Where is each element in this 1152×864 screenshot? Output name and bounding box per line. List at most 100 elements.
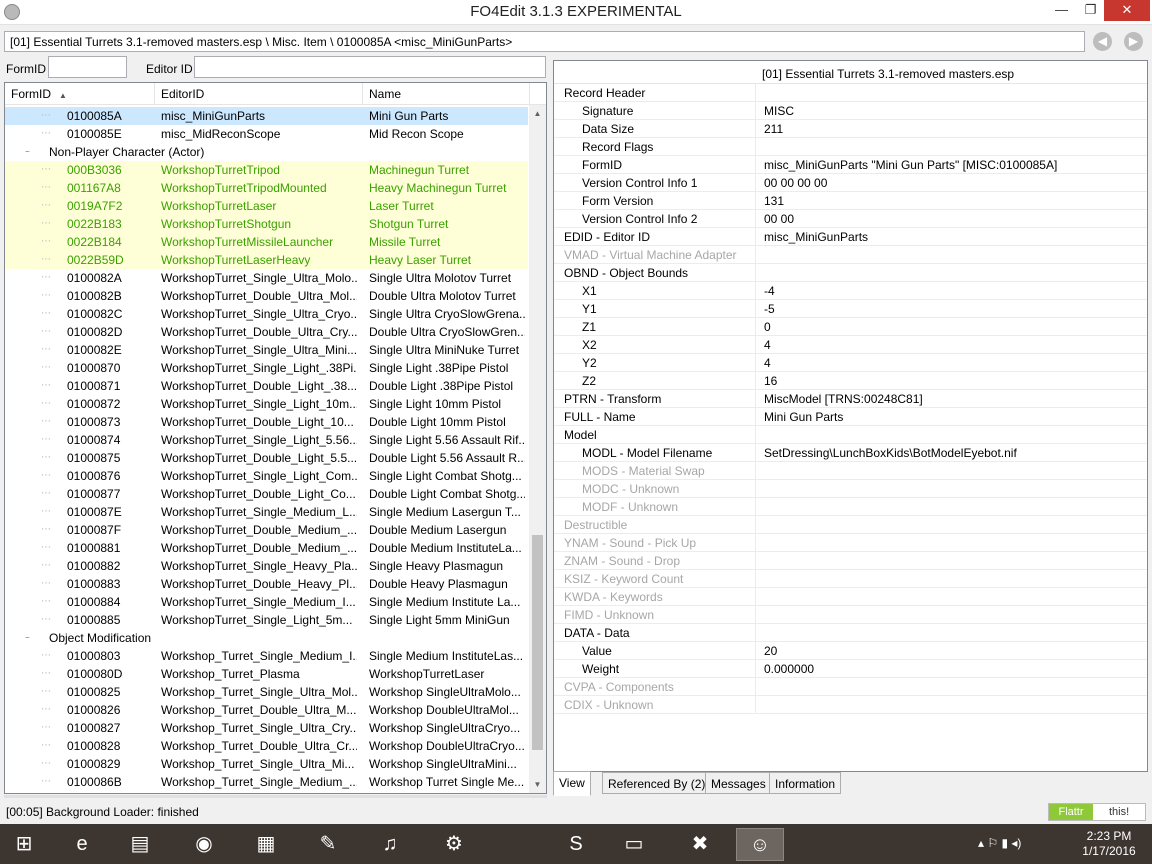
tree-row[interactable]: ⋯ 01000875 WorkshopTurret_Double_Light_5.5… [5,449,528,467]
tree-row[interactable]: ⋯ 0022B59D WorkshopTurretLaserHeavy Heavy L… [5,251,528,269]
record-field-row[interactable]: VMAD - Virtual Machine Adapter [554,246,1147,264]
record-tree[interactable]: FormID ▲ EditorID Name ⋯ 0100085A misc_Mini… [4,82,547,794]
record-field-row[interactable]: CVPA - Components [554,678,1147,696]
forward-icon[interactable]: ▶ [1124,32,1143,51]
record-field-row[interactable]: Y1 -5 [554,300,1147,318]
record-field-row[interactable]: YNAM - Sound - Pick Up [554,534,1147,552]
record-field-row[interactable]: Model [554,426,1147,444]
tree-row[interactable]: ⋯ 01000870 WorkshopTurret_Single_Light_.38… [5,359,528,377]
file-explorer-icon[interactable]: ▤ [116,828,164,861]
tree-row[interactable]: ⋯ 01000827 Workshop_Turret_Single_Ultra_Cr… [5,719,528,737]
close-button[interactable]: ✕ [1104,0,1150,21]
tree-row[interactable]: ⋯ 0100082B WorkshopTurret_Double_Ultra_Mol… [5,287,528,305]
record-field-row[interactable]: FormID misc_MiniGunParts "Mini Gun Parts"… [554,156,1147,174]
formid-filter-input[interactable] [48,56,127,78]
minimize-button[interactable]: — [1047,0,1076,21]
record-field-row[interactable]: Version Control Info 2 00 00 [554,210,1147,228]
tree-row[interactable]: ⋯ 0100082C WorkshopTurret_Single_Ultra_Cry… [5,305,528,323]
tree-row[interactable]: ⋯ 01000883 WorkshopTurret_Double_Heavy_Pl.… [5,575,528,593]
record-field-row[interactable]: PTRN - Transform MiscModel [TRNS:00248C81… [554,390,1147,408]
tree-row[interactable]: ⋯ 01000828 Workshop_Turret_Double_Ultra_Cr… [5,737,528,755]
tree-row[interactable]: ⋯ 0022B183 WorkshopTurretShotgun Shotgun Tu… [5,215,528,233]
record-field-row[interactable]: KWDA - Keywords [554,588,1147,606]
scroll-up-icon[interactable]: ▲ [529,105,546,122]
field-value[interactable]: misc_MiniGunParts "Mini Gun Parts" [MISC… [764,156,1057,174]
record-field-row[interactable]: MODC - Unknown [554,480,1147,498]
tree-horizontal-scrollbar[interactable] [4,795,547,798]
steam-icon[interactable]: ⚙ [430,828,478,861]
field-value[interactable]: MiscModel [TRNS:00248C81] [764,390,923,408]
flattr-button[interactable]: Flattr this! [1048,803,1146,821]
back-icon[interactable]: ◀ [1093,32,1112,51]
tab-referenced-by-2[interactable]: Referenced By (2) [602,772,712,794]
scroll-down-icon[interactable]: ▼ [529,776,546,793]
record-field-row[interactable]: Z2 16 [554,372,1147,390]
tab-view[interactable]: View [553,771,591,796]
notepad-icon[interactable]: ▭ [610,828,658,861]
field-value[interactable]: SetDressing\LunchBoxKids\BotModelEyebot.… [764,444,1017,462]
tree-category[interactable]: − Non-Player Character (Actor) [5,143,528,161]
record-field-row[interactable]: MODF - Unknown [554,498,1147,516]
tree-row[interactable]: ⋯ 01000882 WorkshopTurret_Single_Heavy_Pla… [5,557,528,575]
record-view[interactable]: [01] Essential Turrets 3.1-removed maste… [553,60,1148,772]
field-value[interactable]: misc_MiniGunParts [764,228,868,246]
record-field-row[interactable]: OBND - Object Bounds [554,264,1147,282]
field-value[interactable]: 211 [764,120,783,138]
system-tray-icons[interactable]: ▴ ⚐ ▮ ◂) [978,836,1021,850]
field-value[interactable]: 4 [764,354,771,372]
record-field-row[interactable]: ZNAM - Sound - Drop [554,552,1147,570]
record-path-field[interactable]: [01] Essential Turrets 3.1-removed maste… [4,31,1085,52]
tree-row[interactable]: ⋯ 01000881 WorkshopTurret_Double_Medium_..… [5,539,528,557]
field-value[interactable]: 0.000000 [764,660,814,678]
record-field-row[interactable]: MODL - Model Filename SetDressing\LunchBo… [554,444,1147,462]
record-field-row[interactable]: CDIX - Unknown [554,696,1147,714]
maximize-button[interactable]: ❐ [1076,0,1105,21]
record-field-row[interactable]: Version Control Info 1 00 00 00 00 [554,174,1147,192]
tree-row[interactable]: ⋯ 0100085E misc_MidReconScope Mid Recon Sco… [5,125,528,143]
record-field-row[interactable]: Destructible [554,516,1147,534]
chrome-icon[interactable]: ◉ [180,828,228,861]
windows-start-icon[interactable]: ⊞ [0,828,48,861]
field-value[interactable]: -4 [764,282,775,300]
field-value[interactable]: Mini Gun Parts [764,408,843,426]
tree-row[interactable]: ⋯ 0100085A misc_MiniGunParts Mini Gun Parts [5,107,528,125]
record-field-row[interactable]: Y2 4 [554,354,1147,372]
paint-icon[interactable]: ✎ [304,828,352,861]
field-value[interactable]: 00 00 [764,210,794,228]
tab-messages[interactable]: Messages [705,772,772,794]
tree-row[interactable]: ⋯ 000B3036 WorkshopTurretTripod Machinegun … [5,161,528,179]
record-field-row[interactable]: Weight 0.000000 [554,660,1147,678]
tree-row[interactable]: ⋯ 01000884 WorkshopTurret_Single_Medium_I.… [5,593,528,611]
skype-icon[interactable]: S [552,828,600,861]
tree-row[interactable]: ⋯ 0100082E WorkshopTurret_Single_Ultra_Min… [5,341,528,359]
tab-information[interactable]: Information [769,772,842,794]
record-field-row[interactable]: DATA - Data [554,624,1147,642]
tree-row[interactable]: ⋯ 0019A7F2 WorkshopTurretLaser Laser Turret [5,197,528,215]
column-header-editorid[interactable]: EditorID [155,83,363,105]
tree-row[interactable]: ⋯ 01000829 Workshop_Turret_Single_Ultra_Mi… [5,755,528,773]
collapse-icon[interactable]: − [25,148,34,157]
field-value[interactable]: -5 [764,300,775,318]
tree-row[interactable]: ⋯ 01000871 WorkshopTurret_Double_Light_.38… [5,377,528,395]
record-field-row[interactable]: Z1 0 [554,318,1147,336]
tree-row[interactable]: ⋯ 01000803 Workshop_Turret_Single_Medium_I… [5,647,528,665]
field-value[interactable]: MISC [764,102,794,120]
record-field-row[interactable]: X2 4 [554,336,1147,354]
record-field-row[interactable]: MODS - Material Swap [554,462,1147,480]
store-icon[interactable]: ▦ [242,828,290,861]
tree-row[interactable]: ⋯ 0100082A WorkshopTurret_Single_Ultra_Mol… [5,269,528,287]
clock[interactable]: 2:23 PM 1/17/2016 [1074,829,1144,859]
record-field-row[interactable]: FULL - Name Mini Gun Parts [554,408,1147,426]
collapse-icon[interactable]: − [25,634,34,643]
field-value[interactable]: 00 00 00 00 [764,174,827,192]
tree-row[interactable]: ⋯ 01000876 WorkshopTurret_Single_Light_Com… [5,467,528,485]
record-field-row[interactable]: Record Flags [554,138,1147,156]
tree-row[interactable]: ⋯ 01000872 WorkshopTurret_Single_Light_10m… [5,395,528,413]
record-field-row[interactable]: Value 20 [554,642,1147,660]
tree-row[interactable]: ⋯ 0100087F WorkshopTurret_Double_Medium_..… [5,521,528,539]
tree-row[interactable]: ⋯ 01000873 WorkshopTurret_Double_Light_10.… [5,413,528,431]
tree-row[interactable]: ⋯ 0100080D Workshop_Turret_Plasma WorkshopT… [5,665,528,683]
record-field-row[interactable]: Signature MISC [554,102,1147,120]
tree-row[interactable]: ⋯ 0100086B Workshop_Turret_Single_Medium_.… [5,773,528,791]
tree-row[interactable]: ⋯ 01000874 WorkshopTurret_Single_Light_5.5… [5,431,528,449]
